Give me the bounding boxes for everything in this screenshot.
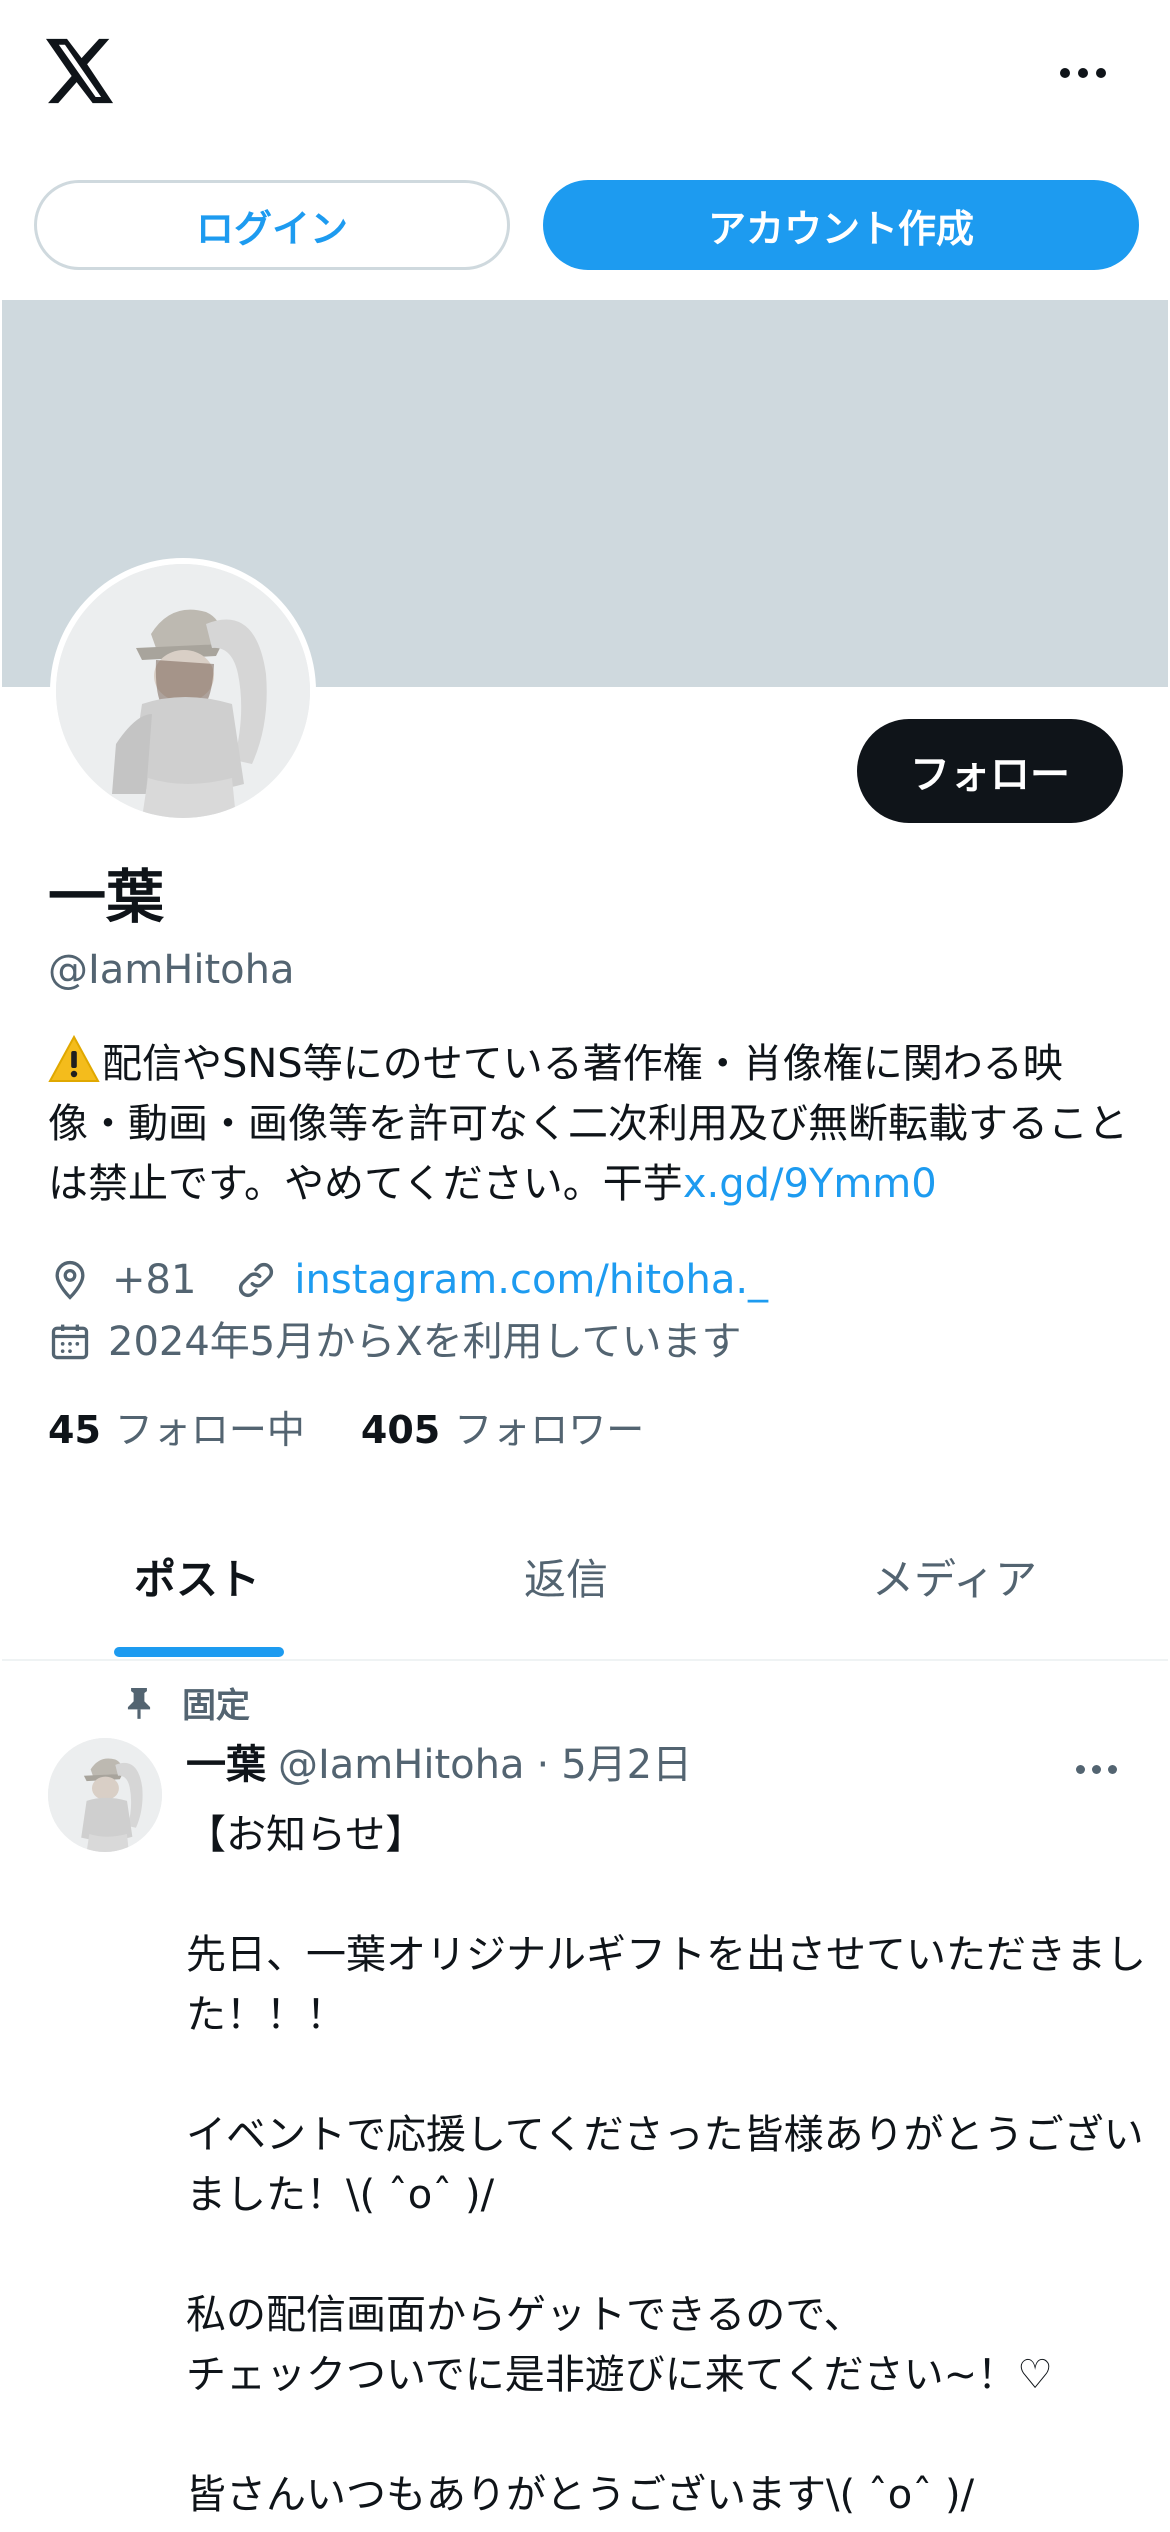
profile-bio: 配信やSNS等にのせている著作権・肖像権に関わる映像・動画・画像等を許可なく二次… <box>48 1034 1128 1214</box>
warning-icon <box>48 1035 100 1082</box>
location-text: +81 <box>112 1257 197 1303</box>
tweet-date[interactable]: 5月2日 <box>561 1740 692 1790</box>
tweet-line <box>186 1865 1146 1925</box>
followers-label: フォロワー <box>454 1408 645 1452</box>
tweet-avatar[interactable] <box>48 1738 162 1852</box>
more-options-icon[interactable] <box>1060 58 1112 88</box>
joined-row: 2024年5月からXを利用しています <box>48 1317 741 1367</box>
tab-posts[interactable]: ポスト <box>134 1555 260 1605</box>
link-icon <box>239 1262 274 1298</box>
tweet-separator: · <box>536 1742 550 1788</box>
profile-tabs: ポスト 返信 メディア <box>2 1515 1168 1661</box>
tweet-line: 私の配信画面からゲットできるので、 <box>186 2292 864 2338</box>
tweet-author-handle[interactable]: @IamHitoha <box>278 1740 524 1790</box>
tweet-body: 【お知らせ】 先日、一葉オリジナルギフトを出させていただきました！！！ イベント… <box>186 1805 1146 2525</box>
tweet-header: 一葉 @IamHitoha · 5月2日 <box>186 1740 692 1790</box>
tweet-line: イベントで応援してくださった皆様ありがとうございました！\( ˆoˆ )/ <box>186 2112 1144 2218</box>
follow-button[interactable]: フォロー <box>857 719 1123 823</box>
profile-meta-row: +81 instagram.com/hitoha._ <box>48 1255 768 1305</box>
top-bar <box>0 0 1170 150</box>
tweet-line: 皆さんいつもありがとうございます\( ˆoˆ )/ <box>186 2472 975 2518</box>
tweet-line: 【お知らせ】 <box>186 1812 426 1858</box>
following-count: 45 <box>48 1408 101 1452</box>
bio-text: 配信やSNS等にのせている著作権・肖像権に関わる映像・動画・画像等を許可なく二次… <box>48 1041 1128 1207</box>
tweet-line: チェックついでに是非遊びに来てください~！♡ <box>186 2352 1053 2398</box>
followers-count: 405 <box>360 1408 441 1452</box>
x-logo-icon[interactable] <box>46 38 116 104</box>
bio-link[interactable]: x.gd/9Ymm0 <box>683 1161 937 1207</box>
pin-icon <box>127 1687 151 1719</box>
tweet-line: 先日、一葉オリジナルギフトを出させていただきました！！！ <box>186 1932 1146 2038</box>
pinned-label: 固定 <box>182 1686 250 1726</box>
profile-name: 一葉 <box>48 863 165 931</box>
tweet-more-icon[interactable] <box>1076 1765 1117 1774</box>
follow-stats: 45 フォロー中 405 フォロワー <box>48 1405 644 1455</box>
profile-handle: @IamHitoha <box>48 947 295 993</box>
followers-stat[interactable]: 405 フォロワー <box>361 1405 644 1455</box>
tab-media[interactable]: メディア <box>872 1555 1037 1605</box>
joined-text: 2024年5月からXを利用しています <box>108 1319 742 1365</box>
website-link[interactable]: instagram.com/hitoha._ <box>294 1255 768 1305</box>
login-button[interactable]: ログイン <box>34 180 510 270</box>
calendar-icon <box>51 1324 89 1360</box>
tweet-author-name[interactable]: 一葉 <box>186 1740 266 1790</box>
tweet-avatar-image <box>48 1738 162 1852</box>
tweet-line <box>186 2405 1146 2465</box>
pinned-indicator: 固定 <box>120 1678 250 1727</box>
tab-replies[interactable]: 返信 <box>524 1555 608 1605</box>
tweet-line <box>186 2225 1146 2285</box>
tweet-line <box>186 2045 1146 2105</box>
profile-avatar[interactable] <box>50 558 316 824</box>
create-account-button[interactable]: アカウント作成 <box>543 180 1139 270</box>
following-stat[interactable]: 45 フォロー中 <box>48 1405 305 1455</box>
active-tab-indicator <box>114 1647 284 1657</box>
following-label: フォロー中 <box>114 1408 305 1452</box>
avatar-image <box>56 564 310 818</box>
location-icon <box>55 1260 85 1300</box>
